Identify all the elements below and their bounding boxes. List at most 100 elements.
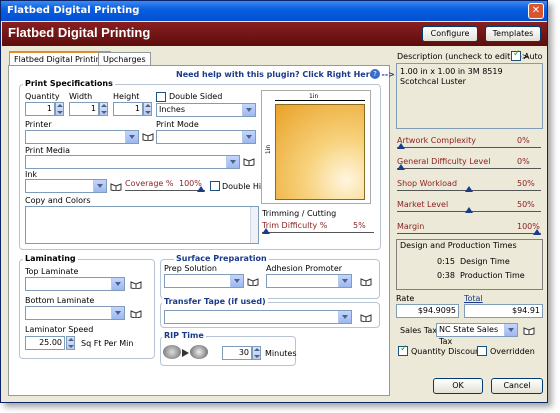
ok-button[interactable]: OK [433,378,483,394]
laminator-speed-unit: Sq Ft Per Min [81,339,134,348]
height-spinner[interactable] [143,102,152,116]
transfer-book-icon[interactable] [360,313,372,322]
description-text: 1.00 in x 1.00 in 3M 8519 Scotchcal Lust… [400,67,503,86]
laminator-speed-input[interactable]: 25.00 [25,336,65,350]
print-mode-label: Print Mode [156,120,199,129]
slider-thumb[interactable] [465,186,473,192]
cancel-button[interactable]: Cancel [491,378,543,394]
quantity-label: Quantity [25,92,60,101]
coverage-slider[interactable] [125,190,205,191]
quantity-discount-label: Quantity Discount [411,347,484,356]
help-link[interactable]: Need help with this plugin? Click Right … [176,70,395,79]
quantity-discount-checkbox[interactable] [398,344,408,356]
prep-solution-select[interactable] [164,274,244,288]
slider-label: Shop Workload [397,179,458,188]
description-label: Description (uncheck to edit) --> [397,52,529,61]
slider-thumb[interactable] [397,143,405,149]
banner-title: Flatbed Digital Printing [8,25,151,40]
width-spinner[interactable] [99,102,108,116]
slider-value: 50% [517,200,535,209]
design-time-label: Design Time [460,257,510,266]
trimming-label: Trimming / Cutting [262,209,337,218]
close-button[interactable]: ✕ [528,3,544,19]
adhesion-book-icon[interactable] [360,277,372,286]
bottom-laminate-book-icon[interactable] [130,309,142,318]
prep-solution-book-icon[interactable] [247,277,259,286]
transfer-tape-select[interactable] [164,310,352,324]
coverage-thumb[interactable] [197,186,205,192]
width-input[interactable]: 1 [69,102,99,116]
ink-select[interactable] [25,179,107,193]
design-time-value: 0:15 [437,257,455,266]
auto-checkbox[interactable] [511,49,521,61]
units-value: Inches [159,105,185,114]
print-media-select[interactable] [25,155,240,169]
quantity-spinner[interactable] [55,102,64,116]
trim-difficulty-value: 5% [353,221,366,230]
double-hit-checkbox[interactable] [210,181,220,191]
copy-colors-textarea[interactable] [25,206,259,244]
slider-track[interactable] [397,147,541,148]
preview-swatch [275,104,365,200]
sales-tax-value: NC State Sales Tax [439,325,499,346]
textarea-scrollbar[interactable] [250,207,258,243]
rip-title: RIP Time [162,331,206,340]
sales-tax-book-icon[interactable] [523,326,535,335]
slider-track[interactable] [397,168,541,169]
tab-flatbed[interactable]: Flatbed Digital Printing [9,51,111,66]
header-banner: Flatbed Digital Printing Configure Templ… [2,22,547,46]
help-icon[interactable]: ? [370,69,380,79]
prep-solution-label: Prep Solution [164,264,217,273]
top-laminate-label: Top Laminate [25,267,79,276]
trim-thumb[interactable] [262,228,270,234]
slider-track[interactable] [397,233,541,234]
height-input[interactable]: 1 [113,102,143,116]
printer-select[interactable] [25,130,139,144]
rip-time-spinner[interactable] [252,346,261,360]
top-laminate-book-icon[interactable] [130,280,142,289]
rip-time-input[interactable]: 30 [222,346,252,360]
quantity-input[interactable]: 1 [25,102,55,116]
templates-button[interactable]: Templates [485,26,541,42]
sales-tax-select[interactable]: NC State Sales Tax [436,323,518,346]
slider-thumb[interactable] [465,207,473,213]
slider-thumb[interactable] [533,229,541,235]
description-textarea[interactable]: 1.00 in x 1.00 in 3M 8519 Scotchcal Lust… [396,63,543,129]
copy-colors-label: Copy and Colors [25,196,91,205]
slider-value: 50% [517,179,535,188]
bottom-laminate-select[interactable] [25,306,125,320]
rip-computer-icon [163,345,181,359]
laminator-speed-spinner[interactable] [66,336,75,350]
surface-title: Surface Preparation [174,254,269,263]
arrow-right-icon [182,349,189,357]
bottom-laminate-label: Bottom Laminate [25,296,95,305]
print-media-book-icon[interactable] [243,157,255,166]
slider-thumb[interactable] [397,164,405,170]
sales-tax-label: Sales Tax [400,326,438,335]
production-time-label: Production Time [460,271,525,280]
trim-slider[interactable] [262,232,374,233]
dialog-window: Flatbed Digital Printing ✕ Flatbed Digit… [0,0,548,403]
top-laminate-select[interactable] [25,277,125,291]
configure-button[interactable]: Configure [422,26,478,42]
auto-label: Auto [524,52,543,61]
slider-label: General Difficulty Level [397,157,491,166]
print-mode-select[interactable] [156,130,256,144]
total-input[interactable]: $94.91 [464,304,543,318]
total-label[interactable]: Total [464,294,483,303]
laminating-title: Laminating [23,254,78,263]
printer-book-icon[interactable] [142,132,154,141]
height-label: Height [113,92,140,101]
print-specs-title: Print Specifications [23,79,115,88]
double-sided-checkbox[interactable] [156,92,166,102]
overridden-checkbox[interactable] [477,346,487,356]
ink-book-icon[interactable] [110,182,122,191]
title-bar: Flatbed Digital Printing ✕ [1,1,547,21]
adhesion-select[interactable] [266,274,352,288]
window-title: Flatbed Digital Printing [7,5,140,16]
units-select[interactable]: Inches [156,103,256,117]
width-label: Width [69,92,93,101]
main-panel: Need help with this plugin? Click Right … [8,65,395,396]
preview-width-label: 1in [309,93,319,100]
rate-input[interactable]: $94.9095 [396,304,459,318]
